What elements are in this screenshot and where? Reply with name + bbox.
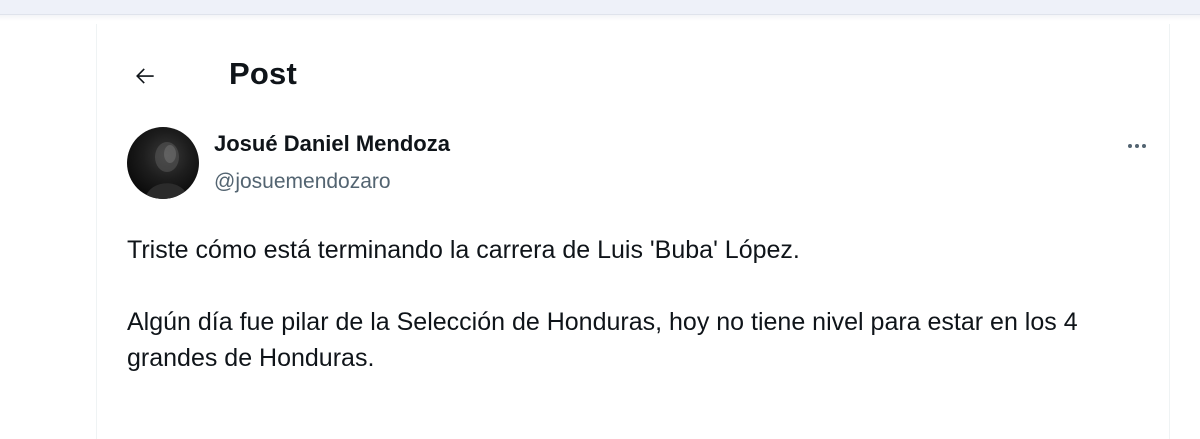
page-title: Post (229, 56, 297, 91)
back-button[interactable] (127, 58, 163, 94)
avatar[interactable] (127, 127, 199, 199)
more-options-button[interactable] (1119, 132, 1155, 160)
ellipsis-icon (1128, 144, 1146, 148)
tweet-paragraph: Triste cómo está terminando la carrera d… (127, 236, 800, 264)
post-header: Post (97, 24, 1169, 119)
tweet-text: Triste cómo está terminando la carrera d… (127, 232, 1137, 376)
avatar-photo (145, 142, 189, 199)
tweet-paragraph: Algún día fue pilar de la Selección de H… (127, 308, 1078, 372)
divider (0, 15, 1200, 21)
browser-top-strip (0, 0, 1200, 15)
author-handle[interactable]: @josuemendozaro (214, 168, 391, 196)
post-column: Post Josué Daniel Mendoza @josuemendozar… (96, 24, 1170, 439)
arrow-left-icon (136, 68, 154, 84)
author-name[interactable]: Josué Daniel Mendoza (214, 130, 450, 158)
